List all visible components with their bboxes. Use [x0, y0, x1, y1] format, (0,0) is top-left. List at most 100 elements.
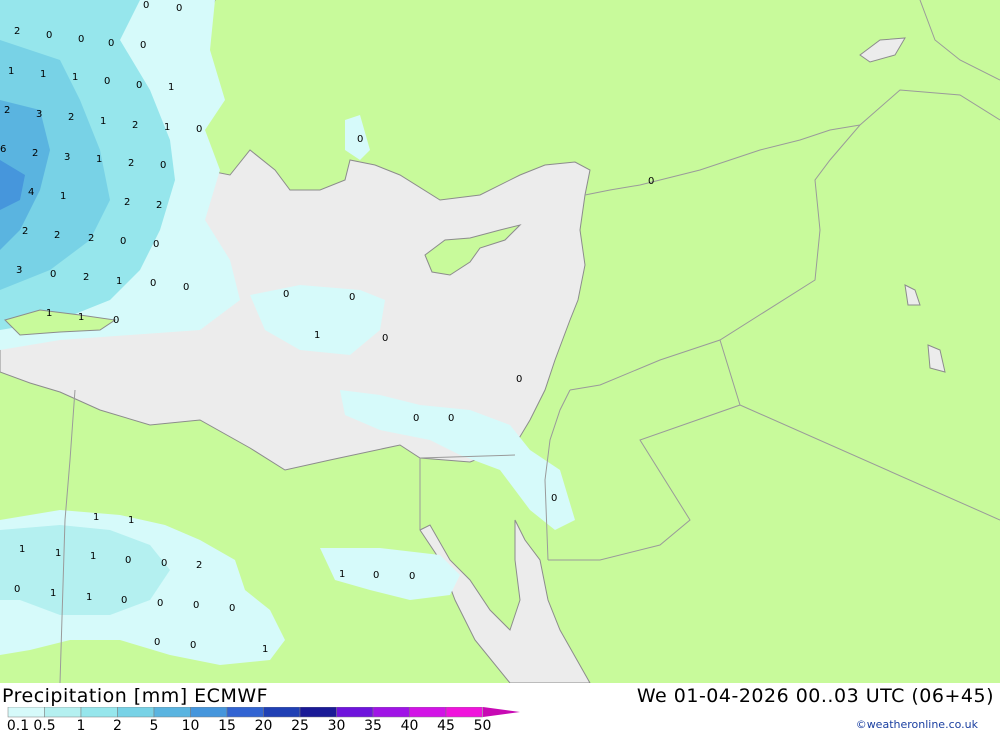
map-label: 1: [339, 569, 345, 580]
map-label: 1: [55, 548, 61, 559]
legend-swatch: [409, 707, 447, 718]
map-label: 0: [46, 30, 52, 41]
map-label: 0: [448, 413, 454, 424]
map-label: 2: [156, 200, 162, 211]
map-label: 0: [190, 640, 196, 651]
legend-label: 50: [473, 718, 492, 734]
legend-label: 30: [327, 718, 346, 734]
map-label: 6: [0, 144, 6, 155]
map-label: 1: [90, 551, 96, 562]
legend-swatch: [80, 707, 118, 718]
legend-swatch: [117, 707, 155, 718]
map-label: 0: [373, 570, 379, 581]
legend-label: 2: [113, 718, 122, 734]
map-label: 1: [78, 312, 84, 323]
map-label: 1: [50, 588, 56, 599]
map-label: 0: [283, 289, 289, 300]
legend-swatch: [445, 707, 483, 718]
map-label: 1: [19, 544, 25, 555]
map-label: 1: [60, 191, 66, 202]
legend-swatch: [190, 707, 228, 718]
legend-swatch: [226, 707, 264, 718]
map-label: 0: [143, 0, 149, 11]
map-label: 2: [132, 120, 138, 131]
map-label: 1: [164, 122, 170, 133]
map-label: 0: [161, 558, 167, 569]
legend-swatch: [44, 707, 82, 718]
legend-swatch: [372, 707, 410, 718]
map-label: 1: [40, 69, 46, 80]
map-label: 0: [516, 374, 522, 385]
map-label: 0: [150, 278, 156, 289]
map-label: 1: [100, 116, 106, 127]
map-label: 0: [357, 134, 363, 145]
map-footer: Precipitation [mm] ECMWF We 01-04-2026 0…: [0, 683, 1000, 734]
map-label: 1: [128, 515, 134, 526]
map-label: 1: [168, 82, 174, 93]
map-label: 0: [140, 40, 146, 51]
map-label: 1: [314, 330, 320, 341]
map-label: 0: [349, 292, 355, 303]
map-label: 0: [648, 176, 654, 187]
map-label: 0: [108, 38, 114, 49]
map-label: 0: [176, 3, 182, 14]
map-label: 0: [153, 239, 159, 250]
map-label: 1: [93, 512, 99, 523]
map-label: 0: [382, 333, 388, 344]
map-label: 4: [28, 187, 34, 198]
legend-label: 5: [149, 718, 159, 734]
map-label: 3: [36, 109, 42, 120]
legend-label: 0.1: [6, 718, 30, 734]
map-label: 0: [183, 282, 189, 293]
legend-label: 15: [218, 718, 236, 734]
map-label: 0: [121, 595, 127, 606]
legend-label: 25: [291, 718, 309, 734]
map-label: 0: [160, 160, 166, 171]
map-label: 0: [14, 584, 20, 595]
map-label: 2: [128, 158, 134, 169]
legend-swatch: [336, 707, 374, 718]
map-label: 1: [86, 592, 92, 603]
map-label: 2: [88, 233, 94, 244]
legend-label: 20: [254, 718, 273, 734]
map-label: 2: [54, 230, 60, 241]
map-label: 2: [124, 197, 130, 208]
map-label: 0: [193, 600, 199, 611]
map-label: 0: [113, 315, 119, 326]
legend-swatch: [263, 707, 301, 718]
legend-label: 35: [364, 718, 382, 734]
map-label: 0: [50, 269, 56, 280]
map-label: 1: [96, 154, 102, 165]
map-label: 1: [262, 644, 268, 655]
map-title: Precipitation [mm] ECMWF: [2, 685, 269, 707]
legend-label: 0.5: [33, 718, 56, 734]
legend-swatch: [7, 707, 45, 718]
map-label: 0: [196, 124, 202, 135]
map-label: 2: [22, 226, 28, 237]
map-label: 2: [83, 272, 89, 283]
legend-label: 40: [400, 718, 419, 734]
map-label: 0: [551, 493, 557, 504]
map-label: 0: [136, 80, 142, 91]
map-datetime: We 01-04-2026 00..03 UTC (06+45): [636, 685, 994, 707]
map-label: 1: [72, 72, 78, 83]
legend-label: 45: [437, 718, 455, 734]
credit-link[interactable]: ©weatheronline.co.uk: [856, 718, 978, 731]
legend-arrow: [483, 707, 520, 717]
map-label: 2: [68, 112, 74, 123]
map-label: 2: [32, 148, 38, 159]
map-label: 0: [125, 555, 131, 566]
map-label: 2: [14, 26, 20, 37]
legend-swatch: [299, 707, 337, 718]
map-label: 0: [157, 598, 163, 609]
map-label: 0: [120, 236, 126, 247]
map-label: 1: [8, 66, 14, 77]
map-label: 1: [116, 276, 122, 287]
legend-label: 1: [76, 718, 86, 734]
precipitation-map: 2 0 0 0 0 0 0 1 1 1 0 0 1 2 3 2 1 2 1 0 …: [0, 0, 1000, 684]
map-label: 0: [409, 571, 415, 582]
map-label: 0: [229, 603, 235, 614]
map-label: 2: [196, 560, 202, 571]
map-label: 3: [64, 152, 70, 163]
map-label: 1: [46, 308, 52, 319]
